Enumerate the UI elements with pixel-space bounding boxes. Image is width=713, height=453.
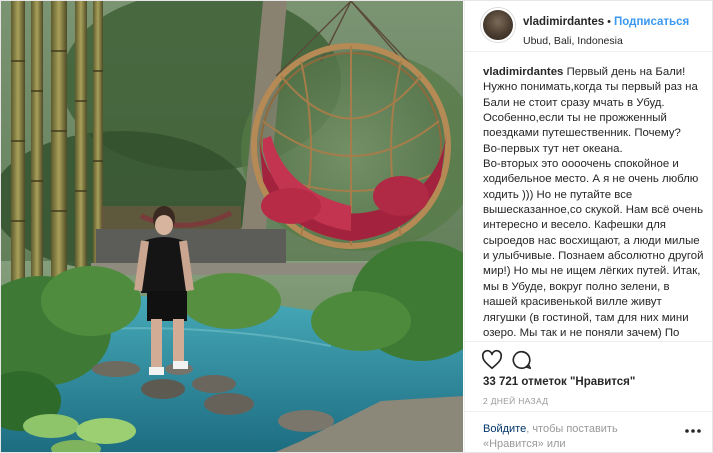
post-header: vladimirdantes • Подписаться Ubud, Bali, I…: [465, 1, 712, 52]
post-sidebar: vladimirdantes • Подписаться Ubud, Bali, I…: [464, 1, 712, 452]
jungle-pool-swing-image: [1, 1, 463, 452]
login-link[interactable]: Войдите: [483, 423, 526, 435]
post-time[interactable]: 2 ДНЕЙ НАЗАД: [483, 396, 548, 406]
caption-author-link[interactable]: vladimirdantes: [483, 66, 563, 78]
separator-dot: •: [607, 16, 612, 28]
caption-text: Первый день на Бали! Нужно понимать,когд…: [483, 66, 704, 339]
comment-icon[interactable]: [511, 349, 533, 371]
login-text: Войдите, чтобы поставить «Нравится» или …: [483, 422, 673, 452]
username-link[interactable]: vladimirdantes: [523, 16, 604, 28]
follow-button[interactable]: Подписаться: [614, 16, 689, 28]
more-options-icon[interactable]: [684, 428, 702, 434]
likes-count[interactable]: 33 721 отметок "Нравится": [483, 376, 635, 388]
post-photo[interactable]: [1, 1, 463, 452]
location-link[interactable]: Ubud, Bali, Indonesia: [523, 35, 708, 47]
avatar[interactable]: [481, 8, 515, 42]
login-prompt: Войдите, чтобы поставить «Нравится» или …: [465, 411, 712, 452]
caption: vladimirdantes Первый день на Бали! Нужн…: [483, 65, 707, 341]
header-text: vladimirdantes • Подписаться Ubud, Bali, I…: [523, 12, 708, 47]
post-actions: 33 721 отметок "Нравится" 2 ДНЕЙ НАЗАД В…: [465, 341, 712, 452]
instagram-post: vladimirdantes • Подписаться Ubud, Bali, I…: [0, 0, 713, 453]
heart-icon[interactable]: [481, 349, 503, 371]
